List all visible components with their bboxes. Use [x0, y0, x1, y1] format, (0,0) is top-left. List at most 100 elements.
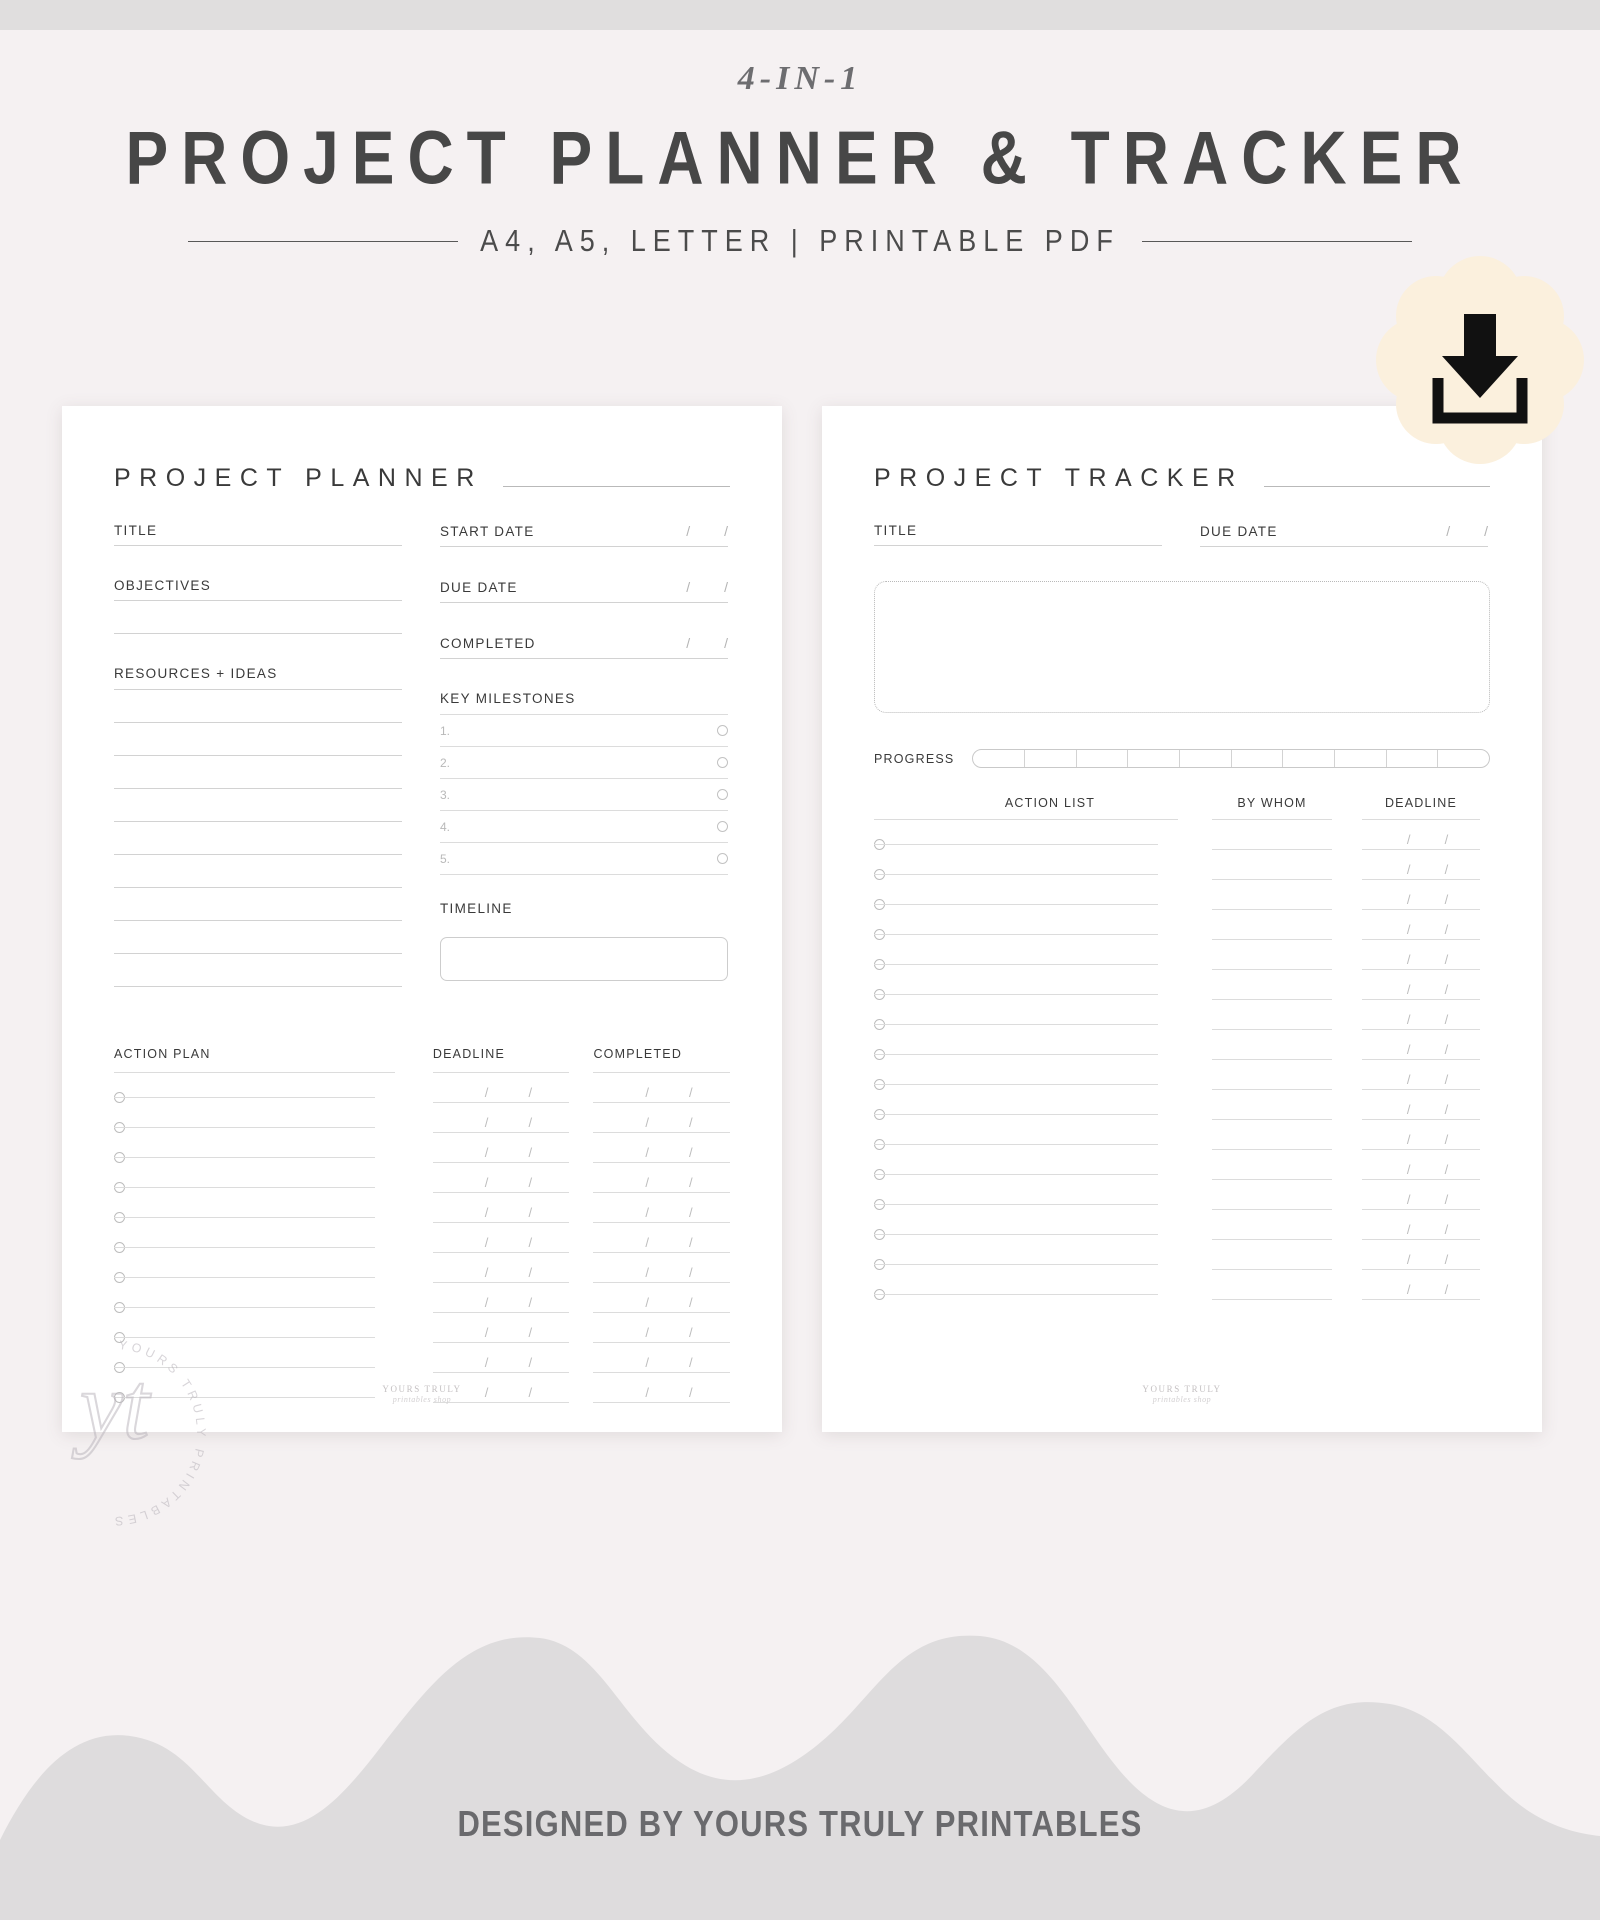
tracker-checkbox-icon[interactable] — [874, 1019, 885, 1030]
action-plan-row[interactable]: / / / / — [114, 1193, 730, 1223]
action-plan-checkbox-icon[interactable] — [114, 1182, 125, 1193]
tracker-checkbox-icon[interactable] — [874, 1049, 885, 1060]
date-line[interactable] — [432, 1252, 570, 1253]
date-line[interactable] — [1362, 849, 1480, 850]
tracker-title-field[interactable]: TITLE — [874, 523, 1162, 538]
action-plan-row[interactable]: / / / / — [114, 1343, 730, 1373]
date-line[interactable] — [432, 1342, 570, 1343]
action-plan-checkbox-icon[interactable] — [114, 1092, 125, 1103]
tracker-bywhom-cell[interactable] — [1212, 1120, 1332, 1150]
date-line[interactable] — [593, 1192, 730, 1193]
tracker-bywhom-cell[interactable] — [1212, 880, 1332, 910]
action-plan-row[interactable]: / / / / — [114, 1073, 730, 1103]
tracker-bywhom-cell[interactable] — [1212, 1180, 1332, 1210]
tracker-checkbox-icon[interactable] — [874, 989, 885, 1000]
date-line[interactable] — [1362, 879, 1480, 880]
date-line[interactable] — [432, 1222, 570, 1223]
planner-milestone-row[interactable]: 5. — [440, 843, 728, 874]
planner-completed-line[interactable] — [440, 658, 728, 659]
date-line[interactable] — [1362, 909, 1480, 910]
planner-milestone-row[interactable]: 4. — [440, 811, 728, 842]
tracker-action-cell[interactable] — [874, 869, 1178, 880]
action-plan-checkbox-icon[interactable] — [114, 1242, 125, 1253]
action-plan-task-cell[interactable] — [114, 1122, 395, 1133]
progress-segment[interactable] — [973, 750, 1026, 767]
planner-timeline-box[interactable] — [440, 937, 728, 981]
date-line[interactable] — [1362, 1269, 1480, 1270]
tracker-action-cell[interactable] — [874, 1139, 1178, 1150]
action-plan-checkbox-icon[interactable] — [114, 1362, 125, 1373]
planner-resources-line[interactable] — [114, 755, 402, 756]
planner-objectives-field[interactable]: OBJECTIVES — [114, 578, 402, 593]
action-plan-row[interactable]: / / / / — [114, 1133, 730, 1163]
tracker-action-cell[interactable] — [874, 929, 1178, 940]
progress-segment[interactable] — [1283, 750, 1336, 767]
action-plan-checkbox-icon[interactable] — [114, 1272, 125, 1283]
action-plan-row[interactable]: / / / / — [114, 1283, 730, 1313]
tracker-bywhom-cell[interactable] — [1212, 1210, 1332, 1240]
tracker-checkbox-icon[interactable] — [874, 839, 885, 850]
tracker-action-cell[interactable] — [874, 1199, 1178, 1210]
progress-segment[interactable] — [1438, 750, 1489, 767]
planner-milestone-checkbox-icon[interactable] — [717, 725, 728, 736]
date-line[interactable] — [1362, 1149, 1480, 1150]
tracker-notes-box[interactable] — [874, 581, 1490, 713]
date-line[interactable] — [593, 1132, 730, 1133]
tracker-due-date-line[interactable] — [1200, 546, 1488, 547]
tracker-table-row[interactable]: / / — [874, 1270, 1490, 1300]
tracker-action-cell[interactable] — [874, 1109, 1178, 1120]
tracker-bywhom-cell[interactable] — [1212, 820, 1332, 850]
date-line[interactable] — [593, 1162, 730, 1163]
progress-segment[interactable] — [1077, 750, 1129, 767]
progress-segment[interactable] — [1128, 750, 1181, 767]
tracker-action-cell[interactable] — [874, 1079, 1178, 1090]
action-plan-row[interactable]: / / / / — [114, 1103, 730, 1133]
planner-milestone-row[interactable]: 1. — [440, 715, 728, 746]
action-plan-task-cell[interactable] — [114, 1092, 395, 1103]
action-plan-checkbox-icon[interactable] — [114, 1302, 125, 1313]
date-line[interactable] — [1362, 1179, 1480, 1180]
tracker-action-cell[interactable] — [874, 959, 1178, 970]
tracker-checkbox-icon[interactable] — [874, 1289, 885, 1300]
tracker-table-row[interactable]: / / — [874, 1180, 1490, 1210]
tracker-checkbox-icon[interactable] — [874, 1079, 885, 1090]
action-plan-checkbox-icon[interactable] — [114, 1152, 125, 1163]
date-line[interactable] — [593, 1252, 730, 1253]
progress-segment[interactable] — [1387, 750, 1439, 767]
planner-resources-line[interactable] — [114, 854, 402, 855]
action-plan-row[interactable]: / / / / — [114, 1223, 730, 1253]
action-plan-row[interactable]: / / / / — [114, 1253, 730, 1283]
planner-due-date-line[interactable] — [440, 602, 728, 603]
date-line[interactable] — [593, 1342, 730, 1343]
tracker-table-row[interactable]: / / — [874, 1090, 1490, 1120]
tracker-checkbox-icon[interactable] — [874, 1259, 885, 1270]
date-line[interactable] — [593, 1282, 730, 1283]
planner-resources-line[interactable] — [114, 887, 402, 888]
tracker-bywhom-cell[interactable] — [1212, 850, 1332, 880]
planner-resources-field[interactable]: RESOURCES + IDEAS — [114, 666, 402, 681]
planner-milestone-checkbox-icon[interactable] — [717, 821, 728, 832]
date-line[interactable] — [1362, 1089, 1480, 1090]
tracker-table-row[interactable]: / / — [874, 1060, 1490, 1090]
tracker-bywhom-cell[interactable] — [1212, 1150, 1332, 1180]
date-line[interactable] — [432, 1162, 570, 1163]
date-line[interactable] — [1362, 969, 1480, 970]
tracker-table-row[interactable]: / / — [874, 1150, 1490, 1180]
date-line[interactable] — [1362, 939, 1480, 940]
date-line[interactable] — [1362, 1299, 1480, 1300]
action-plan-row[interactable]: / / / / — [114, 1163, 730, 1193]
action-plan-checkbox-icon[interactable] — [114, 1122, 125, 1133]
action-plan-checkbox-icon[interactable] — [114, 1332, 125, 1343]
tracker-action-cell[interactable] — [874, 989, 1178, 1000]
planner-resources-line[interactable] — [114, 920, 402, 921]
date-line[interactable] — [432, 1102, 570, 1103]
tracker-table-row[interactable]: / / — [874, 880, 1490, 910]
date-line[interactable] — [432, 1282, 570, 1283]
progress-segment[interactable] — [1335, 750, 1387, 767]
planner-title-field[interactable]: TITLE — [114, 523, 402, 538]
planner-milestone-checkbox-icon[interactable] — [717, 789, 728, 800]
tracker-action-cell[interactable] — [874, 1169, 1178, 1180]
tracker-bywhom-cell[interactable] — [1212, 1060, 1332, 1090]
tracker-action-cell[interactable] — [874, 1019, 1178, 1030]
tracker-action-cell[interactable] — [874, 1259, 1178, 1270]
